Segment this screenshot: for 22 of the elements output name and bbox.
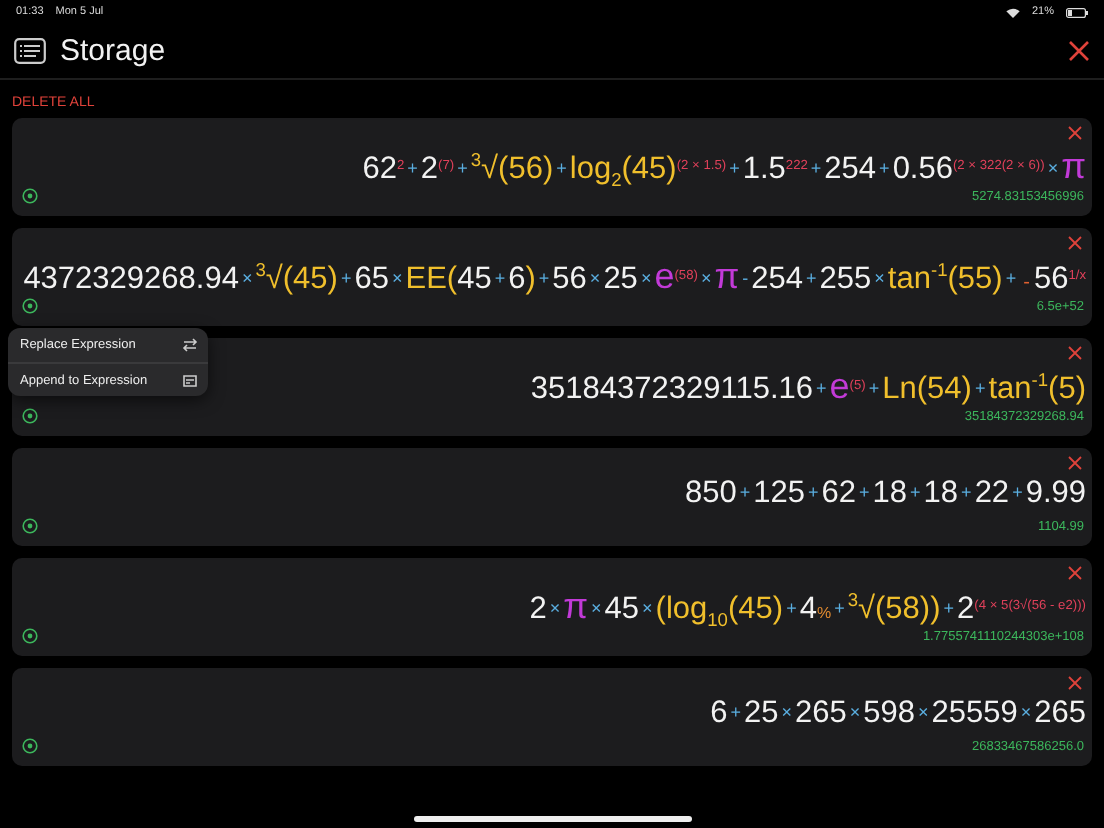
wifi-icon	[1005, 7, 1020, 17]
expression-text: 850$^{+}$125$^{+}$62$^{+}$18$^{+}$18$^{+}$22$^{+}$9.99	[684, 476, 1086, 512]
list-icon[interactable]	[14, 37, 46, 63]
swap-arrows-icon	[182, 338, 198, 352]
expression-text: 6$^{+}$25$^{×}$265$^{×}$598$^{×}$25559$^{×}$265	[710, 696, 1086, 732]
delete-icon[interactable]	[1068, 566, 1082, 580]
battery-icon	[1066, 7, 1088, 17]
close-icon[interactable]	[1068, 39, 1090, 61]
add-circle-icon[interactable]	[22, 738, 38, 754]
add-circle-icon[interactable]	[22, 408, 38, 424]
delete-icon[interactable]	[1068, 126, 1082, 140]
add-circle-icon[interactable]	[22, 628, 38, 644]
delete-icon[interactable]	[1068, 456, 1082, 470]
add-circle-icon[interactable]	[22, 518, 38, 534]
delete-icon[interactable]	[1068, 676, 1082, 690]
delete-icon[interactable]	[1068, 346, 1082, 360]
page-title: Storage	[60, 33, 168, 67]
add-circle-icon[interactable]	[22, 188, 38, 204]
expression-text: 35184372329115.16$^{+}$e$^{(5)}$ $^{+}$Ln(54)$^{+}$tan$^{-1}$(5)	[530, 366, 1086, 408]
add-circle-icon[interactable]	[22, 298, 38, 314]
append-list-icon	[182, 373, 198, 387]
delete-icon[interactable]	[1068, 236, 1082, 250]
